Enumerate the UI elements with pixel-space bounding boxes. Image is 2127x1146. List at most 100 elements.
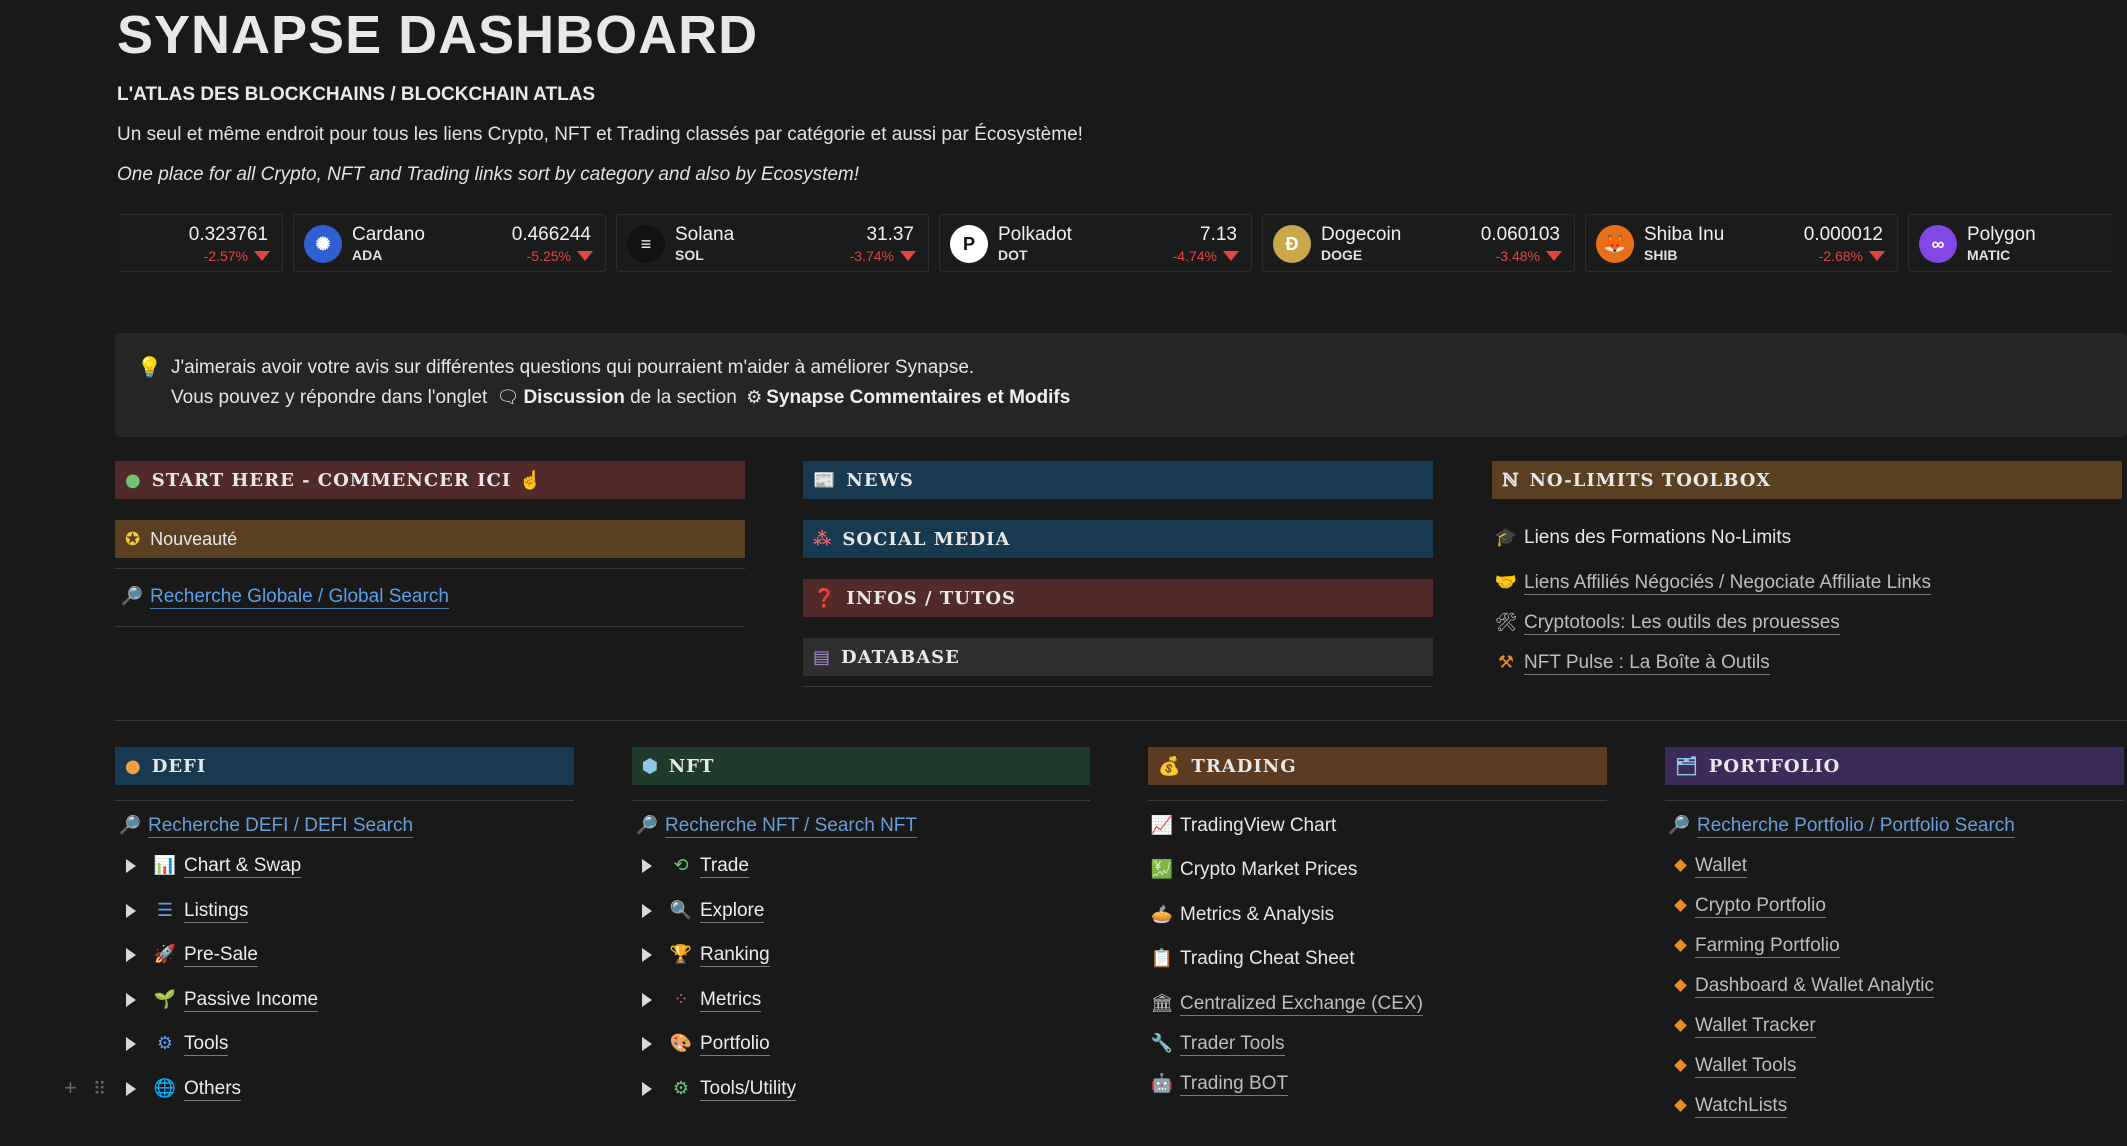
- ticker-coin-price: 0.060103: [1480, 224, 1560, 245]
- ticker-coin-change: -4.74%: [1172, 248, 1217, 264]
- section-link[interactable]: Synapse Commentaires et Modifs: [766, 387, 1070, 408]
- ticker-coin-price: 0.323761: [188, 224, 268, 245]
- ticker-coin-change: -2.68%: [1818, 248, 1863, 264]
- database-label: DATABASE: [841, 646, 960, 668]
- portfolio-link-wallet-tools[interactable]: Wallet Tools: [1672, 1055, 1797, 1078]
- portfolio-link-watchlists[interactable]: WatchLists: [1672, 1095, 1788, 1118]
- down-arrow-icon: [1223, 251, 1239, 261]
- toggle-arrow-icon: [642, 1036, 652, 1051]
- defi-toggle-others[interactable]: 🌐 Others: [126, 1078, 242, 1101]
- discussion-icon: 🗨: [496, 387, 520, 407]
- explore-icon: 🔍: [669, 900, 693, 921]
- chart-icon: 📊: [153, 855, 177, 876]
- trading-link-cheat-sheet[interactable]: 📋 Trading Cheat Sheet: [1150, 948, 1355, 970]
- down-arrow-icon: [1546, 251, 1562, 261]
- discussion-link[interactable]: Discussion: [523, 387, 624, 408]
- cryptotools-link[interactable]: 🛠 Cryptotools: Les outils des prouesses: [1494, 612, 1840, 635]
- trading-link-tradingview[interactable]: 📈 TradingView Chart: [1150, 815, 1337, 837]
- down-arrow-icon: [254, 251, 270, 261]
- database-header[interactable]: ▤ DATABASE: [803, 638, 1433, 676]
- portfolio-link-tracker[interactable]: Wallet Tracker: [1672, 1015, 1816, 1038]
- trading-link-bot[interactable]: 🤖 Trading BOT: [1150, 1073, 1289, 1096]
- toggle-arrow-icon: [126, 947, 136, 962]
- diamond-bullet-icon: [1674, 1099, 1687, 1113]
- drag-handle-icon[interactable]: ⠿: [93, 1079, 106, 1099]
- portfolio-label: PORTFOLIO: [1708, 755, 1841, 777]
- list-icon: ☰: [156, 900, 174, 921]
- portfolio-header[interactable]: 🗂 PORTFOLIO: [1665, 747, 2124, 785]
- portfolio-link-dashboard[interactable]: Dashboard & Wallet Analytic: [1672, 975, 1935, 998]
- infos-tutos-header[interactable]: ❓ INFOS / TUTOS: [803, 579, 1433, 617]
- ticker-coin-card[interactable]: ∞ Polygon MATIC: [1908, 214, 2113, 272]
- ticker-coin-card[interactable]: 0.323761 -2.57%: [120, 214, 283, 272]
- social-media-header[interactable]: ⁂ SOCIAL MEDIA: [803, 520, 1433, 558]
- toggle-arrow-icon: [126, 992, 136, 1007]
- nft-toggle-tools-utility[interactable]: ⚙ Tools/Utility: [642, 1078, 797, 1101]
- ticker-coin-card[interactable]: ≡ Solana SOL 31.37 -3.74%: [616, 214, 929, 272]
- nft-label: NFT: [668, 755, 715, 777]
- ticker-coin-name: Polygon: [1967, 224, 2036, 245]
- defi-toggle-chart-swap[interactable]: 📊 Chart & Swap: [126, 855, 302, 878]
- defi-toggle-passive-income[interactable]: 🌱 Passive Income: [126, 989, 319, 1012]
- divider: [115, 568, 745, 569]
- divider: [1148, 800, 1607, 801]
- nouveaute-header[interactable]: ✪ Nouveauté: [115, 520, 745, 558]
- nft-pulse-link[interactable]: ⚒ NFT Pulse : La Boîte à Outils: [1494, 652, 1770, 675]
- defi-search-link[interactable]: 🔎 Recherche DEFI / DEFI Search: [118, 815, 414, 838]
- trading-link-market-prices[interactable]: 💹 Crypto Market Prices: [1150, 859, 1358, 881]
- callout-line-2: Vous pouvez y répondre dans l'onglet 🗨 Di…: [171, 387, 1070, 409]
- ticker-coin-symbol: ADA: [352, 247, 383, 263]
- nft-search-link[interactable]: 🔎 Recherche NFT / Search NFT: [635, 815, 918, 838]
- nft-toggle-metrics[interactable]: ⁘ Metrics: [642, 989, 762, 1012]
- ticker-coin-card[interactable]: 🦊 Shiba Inu SHIB 0.000012 -2.68%: [1585, 214, 1898, 272]
- affiliate-links[interactable]: 🤝 Liens Affiliés Négociés / Negociate Aff…: [1494, 572, 1931, 595]
- start-here-header[interactable]: ● START HERE - COMMENCER ICI ☝: [115, 461, 745, 499]
- toggle-arrow-icon: [126, 1081, 136, 1096]
- portfolio-search-link[interactable]: 🔎 Recherche Portfolio / Portfolio Search: [1667, 815, 2015, 838]
- divider: [632, 800, 1090, 801]
- database-icon: ▤: [813, 646, 832, 668]
- add-block-icon[interactable]: +: [64, 1075, 77, 1100]
- nft-toggle-portfolio[interactable]: 🎨 Portfolio: [642, 1033, 770, 1056]
- nft-header[interactable]: ⬢ NFT: [632, 747, 1090, 785]
- portfolio-link-crypto-portfolio[interactable]: Crypto Portfolio: [1672, 895, 1826, 918]
- trading-header[interactable]: 💰 TRADING: [1148, 747, 1607, 785]
- defi-toggle-tools[interactable]: ⚙ Tools: [126, 1033, 229, 1056]
- ticker-coin-symbol: DOT: [998, 247, 1028, 263]
- divider: [115, 800, 574, 801]
- toolbox-label: NO-LIMITS TOOLBOX: [1529, 469, 1772, 491]
- trading-link-cex[interactable]: 🏛 Centralized Exchange (CEX): [1150, 993, 1423, 1016]
- coins-icon: 💰: [1158, 755, 1182, 777]
- diamond-bullet-icon: [1674, 939, 1687, 953]
- defi-header[interactable]: ● DEFI: [115, 747, 574, 785]
- pin-icon: ●: [125, 469, 142, 491]
- start-here-label: START HERE - COMMENCER ICI: [151, 469, 512, 491]
- global-search-link[interactable]: 🔎 Recherche Globale / Global Search: [120, 586, 449, 609]
- toggle-arrow-icon: [126, 1036, 136, 1051]
- ticker-coin-card[interactable]: P Polkadot DOT 7.13 -4.74%: [939, 214, 1252, 272]
- ticker-coin-symbol: DOGE: [1321, 247, 1363, 263]
- toolbox-header[interactable]: ℕ NO-LIMITS TOOLBOX: [1492, 461, 2122, 499]
- portfolio-link-farming[interactable]: Farming Portfolio: [1672, 935, 1840, 958]
- ticker-coin-card[interactable]: Ð Dogecoin DOGE 0.060103 -3.48%: [1262, 214, 1575, 272]
- callout-line-1: J'aimerais avoir votre avis sur différen…: [171, 357, 975, 378]
- nft-toggle-ranking[interactable]: 🏆 Ranking: [642, 944, 770, 967]
- diamond-bullet-icon: [1674, 859, 1687, 873]
- formations-link[interactable]: 🎓 Liens des Formations No-Limits: [1494, 527, 1791, 549]
- defi-toggle-presale[interactable]: 🚀 Pre-Sale: [126, 944, 258, 967]
- ticker-coin-change: -5.25%: [526, 248, 571, 264]
- ticker-coin-card[interactable]: ✺ Cardano ADA 0.466244 -5.25%: [293, 214, 606, 272]
- ticker-coin-name: Shiba Inu: [1644, 224, 1725, 245]
- nft-toggle-trade[interactable]: ⟲ Trade: [642, 855, 749, 878]
- toggle-arrow-icon: [642, 903, 652, 918]
- diamond-bullet-icon: [1674, 899, 1687, 913]
- gear-icon: ⚙: [156, 1033, 174, 1054]
- rocket-icon: 🚀: [153, 944, 177, 965]
- defi-toggle-listings[interactable]: ☰ Listings: [126, 900, 249, 923]
- nft-toggle-explore[interactable]: 🔍 Explore: [642, 900, 765, 923]
- newspaper-icon: 📰: [813, 469, 837, 491]
- trading-link-trader-tools[interactable]: 🔧 Trader Tools: [1150, 1033, 1285, 1056]
- news-header[interactable]: 📰 NEWS: [803, 461, 1433, 499]
- trading-link-metrics[interactable]: 🥧 Metrics & Analysis: [1150, 904, 1334, 926]
- portfolio-link-wallet[interactable]: Wallet: [1672, 855, 1748, 878]
